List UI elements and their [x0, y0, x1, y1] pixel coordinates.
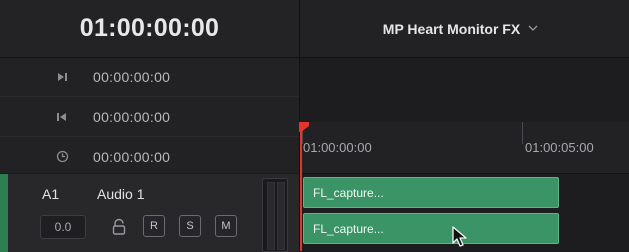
clip-label: FL_capture... — [313, 222, 384, 236]
solo-button[interactable]: S — [179, 215, 201, 237]
mute-label: M — [221, 220, 231, 232]
mute-button[interactable]: M — [215, 215, 237, 237]
audio-level-meter — [262, 178, 288, 252]
transport-panel: 01:00:00:00 00:00:00:00 00:00:00:00 00:0… — [0, 0, 300, 252]
clock-icon[interactable] — [48, 150, 76, 163]
track-id: A1 — [42, 186, 60, 202]
current-timecode[interactable]: 01:00:00:00 — [80, 14, 220, 43]
clip-label: FL_capture... — [313, 186, 384, 200]
ruler-tick-mid — [522, 122, 523, 144]
timeline-name[interactable]: MP Heart Monitor FX — [383, 21, 520, 37]
track-color-accent — [0, 174, 8, 252]
mark-out-icon[interactable] — [48, 111, 76, 123]
mark-in-icon[interactable] — [48, 71, 76, 83]
track-name[interactable]: Audio 1 — [97, 186, 144, 202]
mark-in-timecode[interactable]: 00:00:00:00 — [93, 69, 170, 85]
mark-out-timecode[interactable]: 00:00:00:00 — [93, 109, 170, 125]
chevron-down-icon[interactable] — [528, 23, 538, 35]
playhead-line[interactable] — [300, 122, 302, 251]
ruler-label-start: 01:00:00:00 — [303, 140, 372, 155]
record-arm-button[interactable]: R — [143, 215, 165, 237]
duration-timecode[interactable]: 00:00:00:00 — [93, 149, 170, 165]
timeline-ruler[interactable]: 01:00:00:00 01:00:05:00 — [300, 122, 629, 174]
mouse-pointer-icon — [452, 226, 467, 247]
audio-track-header: A1 Audio 1 0.0 R S M — [0, 173, 299, 252]
track-volume-value: 0.0 — [54, 220, 72, 234]
timecode-header: 01:00:00:00 — [0, 0, 299, 58]
solo-label: S — [186, 220, 194, 232]
meter-left-channel — [267, 182, 275, 250]
mark-in-row: 00:00:00:00 — [0, 57, 299, 97]
ruler-label-mid: 01:00:05:00 — [525, 140, 594, 155]
record-arm-label: R — [150, 220, 158, 232]
track-volume-field[interactable]: 0.0 — [40, 215, 86, 239]
duration-row: 00:00:00:00 — [0, 137, 299, 176]
lock-icon[interactable] — [110, 218, 128, 236]
timeline-panel: MP Heart Monitor FX 01:00:00:00 01:00:05… — [299, 0, 629, 251]
timeline-header[interactable]: MP Heart Monitor FX — [300, 0, 629, 58]
audio-clip[interactable]: FL_capture... — [303, 213, 559, 244]
meter-right-channel — [277, 182, 285, 250]
audio-clip[interactable]: FL_capture... — [303, 177, 559, 208]
mark-out-row: 00:00:00:00 — [0, 97, 299, 137]
